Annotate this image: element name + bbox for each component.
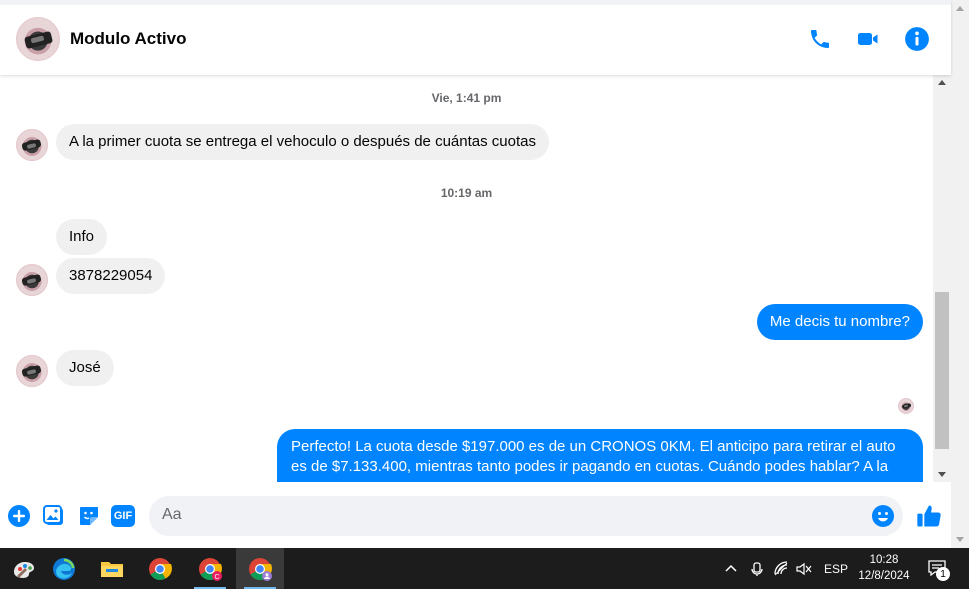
scroll-up-arrow-icon[interactable] xyxy=(938,80,946,85)
scroll-down-arrow-icon[interactable] xyxy=(956,537,964,542)
taskbar-app-chrome-profile[interactable] xyxy=(236,548,284,589)
taskbar-app-chrome[interactable] xyxy=(136,548,184,589)
message-input[interactable] xyxy=(162,506,862,524)
file-explorer-icon xyxy=(101,561,123,577)
phone-icon xyxy=(811,30,829,48)
message-list-scrollbar[interactable] xyxy=(933,75,951,482)
message-input-container[interactable] xyxy=(149,496,903,536)
show-hidden-icons-button[interactable] xyxy=(724,548,738,589)
contact-avatar[interactable] xyxy=(16,17,60,61)
contact-avatar-small[interactable] xyxy=(16,129,48,161)
message-incoming[interactable]: Info xyxy=(56,219,108,255)
message-line: es de $7.133.400, mientras tanto podes i… xyxy=(291,458,889,475)
paint-icon xyxy=(14,561,34,578)
timestamp: 10:19 am xyxy=(440,186,493,200)
microphone-device-icon xyxy=(751,561,763,576)
chrome-profile-c-icon: C xyxy=(199,557,222,581)
message-line: Perfecto! La cuota desde $197.000 es de … xyxy=(291,438,896,455)
seen-indicator-avatar xyxy=(898,398,914,414)
wifi-icon xyxy=(774,560,788,575)
tray-clock[interactable]: 10:28 12/8/2024 xyxy=(848,552,920,584)
sticker-button[interactable] xyxy=(77,504,101,528)
notification-count: 1 xyxy=(936,567,950,581)
contact-avatar-small[interactable] xyxy=(16,355,48,387)
chevron-up-icon xyxy=(725,564,737,572)
message-composer: GIF xyxy=(0,482,951,548)
image-icon xyxy=(43,505,63,525)
scroll-up-arrow-icon[interactable] xyxy=(956,6,964,11)
scroll-down-arrow-icon[interactable] xyxy=(938,472,946,477)
taskbar-app-file-explorer[interactable] xyxy=(88,548,136,589)
notification-center-button[interactable]: 1 xyxy=(927,548,950,589)
timestamp: Vie, 1:41 pm xyxy=(431,91,502,105)
more-actions-button[interactable] xyxy=(7,504,31,528)
scrollbar-thumb[interactable] xyxy=(935,292,949,449)
chat-header: Modulo Activo xyxy=(0,0,951,75)
thumbs-up-icon xyxy=(917,505,941,527)
page-scrollbar[interactable] xyxy=(951,0,969,548)
message-outgoing[interactable]: Me decis tu nombre? xyxy=(756,304,923,340)
volume-muted-icon xyxy=(796,562,812,575)
taskbar-app-edge[interactable] xyxy=(40,548,88,589)
language-indicator: ESP xyxy=(824,561,849,576)
svg-text:C: C xyxy=(214,574,219,581)
message-list[interactable]: Vie, 1:41 pm A la primer cuota se entreg… xyxy=(0,75,933,482)
conversation-info-button[interactable] xyxy=(903,25,931,53)
video-camera-icon xyxy=(858,33,878,45)
emoji-button[interactable] xyxy=(871,504,895,528)
like-button[interactable] xyxy=(915,502,943,530)
chrome-profile-icon xyxy=(249,557,272,581)
taskbar-app-chrome-profile-c[interactable]: C xyxy=(186,548,234,589)
gif-icon: GIF xyxy=(111,505,135,527)
tray-meet-now[interactable] xyxy=(749,548,765,589)
contact-name[interactable]: Modulo Activo xyxy=(70,29,186,49)
info-icon xyxy=(905,27,929,51)
windows-taskbar: C ESP 10:28 12/8/2024 1 xyxy=(0,548,969,589)
clock-time: 10:28 xyxy=(869,554,899,566)
edge-icon xyxy=(53,557,75,580)
attach-image-button[interactable] xyxy=(42,504,66,528)
tray-network[interactable] xyxy=(773,548,789,589)
gif-button[interactable]: GIF xyxy=(111,504,135,528)
sticker-icon xyxy=(80,507,98,525)
message-incoming[interactable]: José xyxy=(56,350,114,386)
gif-label: GIF xyxy=(113,510,133,522)
chrome-icon xyxy=(149,557,172,580)
message-incoming[interactable]: 3878229054 xyxy=(56,258,166,294)
message-incoming[interactable]: A la primer cuota se entrega el vehoculo… xyxy=(56,124,549,160)
tray-language[interactable]: ESP xyxy=(824,548,848,589)
tray-volume[interactable] xyxy=(795,548,813,589)
call-button[interactable] xyxy=(806,25,834,53)
message-outgoing[interactable]: Perfecto! La cuota desde $197.000 es de … xyxy=(277,429,923,482)
emoji-icon xyxy=(872,505,894,527)
clock-date: 12/8/2024 xyxy=(858,570,910,582)
video-call-button[interactable] xyxy=(854,25,882,53)
contact-avatar-small[interactable] xyxy=(16,264,48,296)
plus-circle-icon xyxy=(8,505,30,527)
